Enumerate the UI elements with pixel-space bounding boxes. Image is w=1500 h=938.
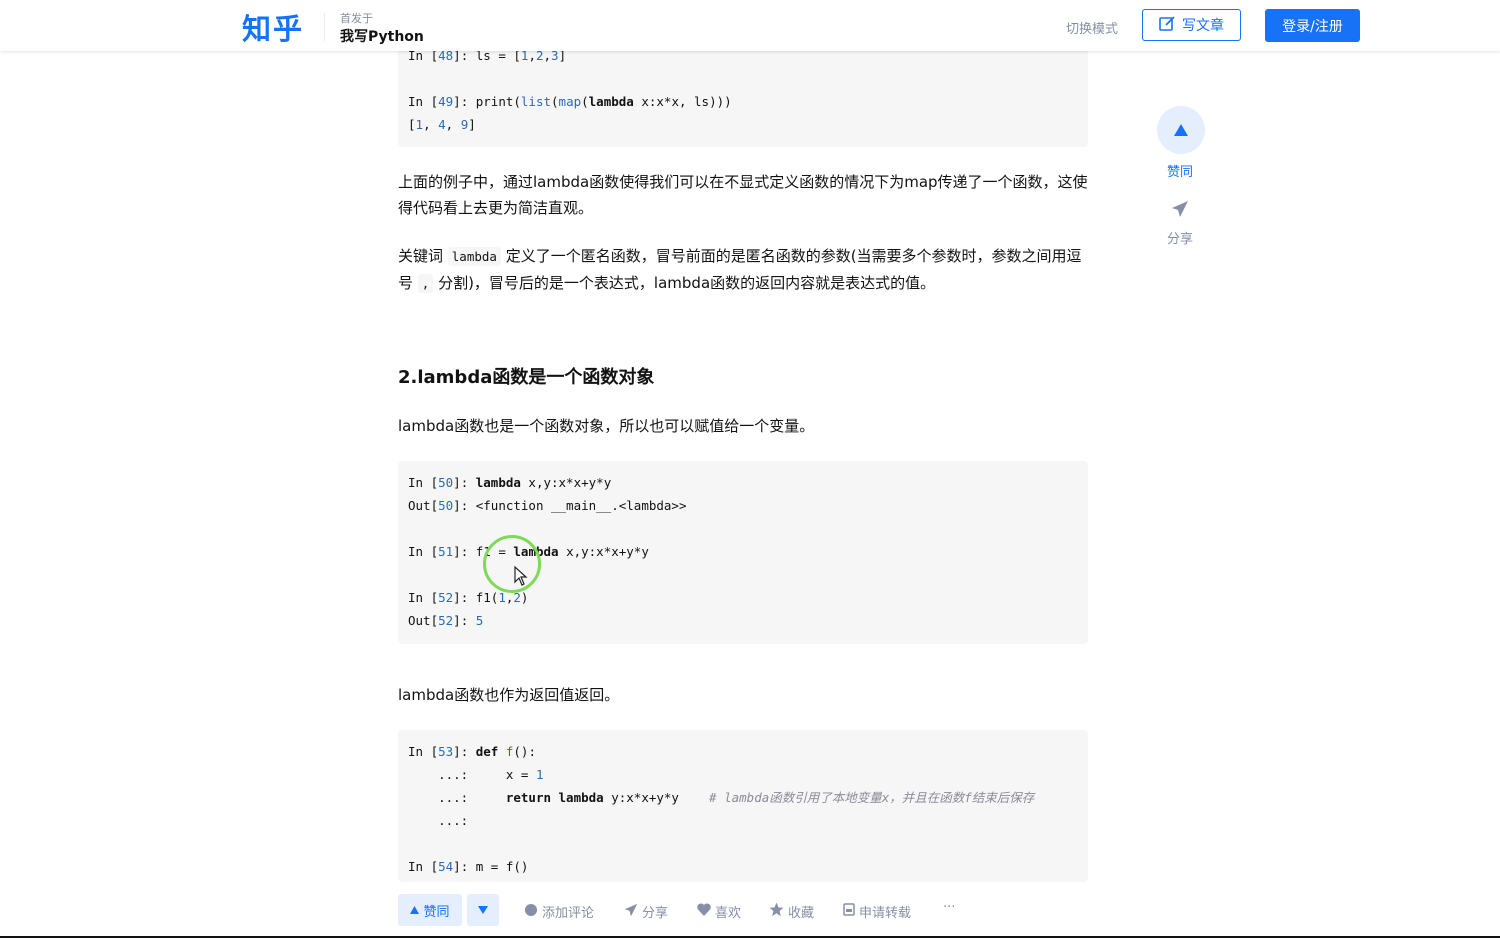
write-article-label: 写文章 <box>1182 18 1224 34</box>
bottom-action-bar: 赞同 添加评论 分享 喜欢 收藏 申请转载 ··· <box>0 882 1500 938</box>
like-button[interactable]: 喜欢 <box>697 902 741 921</box>
triangle-up-icon <box>1174 121 1188 140</box>
paragraph-return-value: lambda函数也作为返回值返回。 <box>398 686 620 704</box>
code-line: ...: x = 1 <box>408 767 544 782</box>
code-block-map-example: In [48]: ls = [1,2,3] In [49]: print(lis… <box>398 40 1088 147</box>
code-line: Out[50]: <function __main__.<lambda>> <box>408 498 687 513</box>
share-button[interactable]: 分享 <box>624 902 668 921</box>
mouse-cursor-icon <box>514 565 528 590</box>
inline-code-lambda: lambda <box>447 247 501 266</box>
heart-icon <box>697 903 711 920</box>
triangle-up-icon <box>410 903 420 918</box>
star-icon <box>769 902 784 921</box>
upvote-button[interactable]: 赞同 <box>398 894 462 926</box>
more-options-button[interactable]: ··· <box>943 900 955 915</box>
paragraph-function-object: lambda函数也是一个函数对象，所以也可以赋值给一个变量。 <box>398 417 815 435</box>
code-line: In [49]: print(list(map(lambda x:x*x, ls… <box>408 94 732 109</box>
collect-label: 收藏 <box>788 906 815 921</box>
column-name-link[interactable]: 我写Python <box>340 26 424 46</box>
paragraph-map-explanation: 上面的例子中，通过lambda函数使得我们可以在不显式定义函数的情况下为map传… <box>398 173 1088 217</box>
click-highlight-ring <box>483 535 541 593</box>
para-text: 分割)，冒号后的是一个表达式，lambda函数的返回内容就是表达式的值。 <box>433 274 936 292</box>
downvote-button[interactable] <box>467 894 499 926</box>
code-line: Out[52]: 5 <box>408 613 484 628</box>
switch-mode-link[interactable]: 切换模式 <box>1066 18 1118 37</box>
side-share-label[interactable]: 分享 <box>1167 228 1193 247</box>
collect-button[interactable]: 收藏 <box>769 902 814 921</box>
inline-code-comma: , <box>417 274 434 293</box>
document-icon <box>843 903 855 920</box>
upvote-label: 赞同 <box>423 904 450 920</box>
column-published-label: 首发于 <box>340 12 373 25</box>
share-label: 分享 <box>642 906 669 921</box>
like-label: 喜欢 <box>715 906 742 921</box>
triangle-down-icon <box>478 903 488 918</box>
side-upvote-label: 赞同 <box>1167 165 1194 180</box>
zhihu-logo[interactable]: 知乎 <box>242 6 304 48</box>
top-navigation-bar: 知乎 首发于 我写Python 切换模式 写文章 登录/注册 <box>0 0 1500 51</box>
comment-icon <box>524 903 538 921</box>
code-line: In [50]: lambda x,y:x*x+y*y <box>408 475 612 490</box>
code-block-closure: In [53]: def f(): ...: x = 1 ...: return… <box>398 730 1088 882</box>
code-line: In [53]: def f(): <box>408 744 536 759</box>
add-comment-button[interactable]: 添加评论 <box>524 902 594 921</box>
paper-plane-icon <box>624 903 638 921</box>
edit-icon <box>1159 15 1176 36</box>
repost-request-button[interactable]: 申请转载 <box>843 902 911 921</box>
code-line: In [54]: m = f() <box>408 859 529 874</box>
write-article-button[interactable]: 写文章 <box>1142 9 1241 41</box>
code-line: [1, 4, 9] <box>408 117 476 132</box>
code-line: ...: <box>408 813 469 828</box>
section-heading: 2.lambda函数是一个函数对象 <box>398 367 655 388</box>
repost-label: 申请转载 <box>859 906 912 921</box>
login-register-button[interactable]: 登录/注册 <box>1265 9 1360 42</box>
paper-plane-icon[interactable] <box>1171 200 1189 222</box>
header-divider <box>324 13 325 41</box>
add-comment-label: 添加评论 <box>542 906 595 921</box>
para-text: 关键词 <box>398 247 448 265</box>
code-line: ...: return lambda y:x*x+y*y # lambda函数引… <box>408 790 1035 805</box>
side-upvote-button[interactable] <box>1157 106 1205 154</box>
paragraph-lambda-keyword: 关键词 lambda 定义了一个匿名函数，冒号前面的是匿名函数的参数(当需要多个… <box>398 243 1090 297</box>
